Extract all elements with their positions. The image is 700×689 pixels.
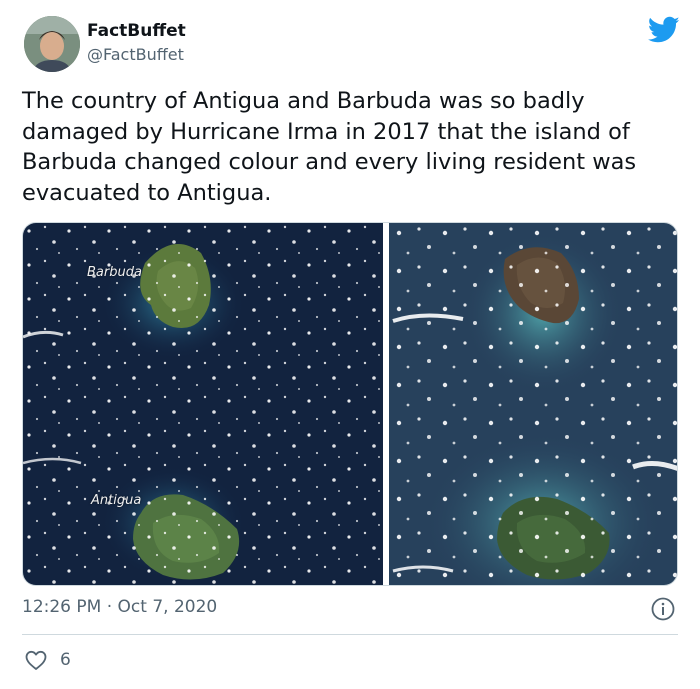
twitter-bird-icon[interactable] xyxy=(648,16,680,44)
map-label-antigua: Antigua xyxy=(91,493,142,508)
display-name[interactable]: FactBuffet xyxy=(87,21,186,41)
user-handle[interactable]: @FactBuffet xyxy=(87,45,184,64)
divider xyxy=(22,634,678,635)
info-icon[interactable] xyxy=(650,596,676,622)
like-count: 6 xyxy=(60,650,71,670)
heart-icon[interactable] xyxy=(24,648,48,672)
avatar-image xyxy=(24,16,80,72)
avatar[interactable] xyxy=(24,16,80,72)
tweet-text: The country of Antigua and Barbuda was s… xyxy=(22,88,637,206)
tweet-timestamp[interactable]: 12:26 PM · Oct 7, 2020 xyxy=(22,597,217,617)
map-label-barbuda: Barbuda xyxy=(87,265,142,280)
tweet-media[interactable]: Barbuda Antigua xyxy=(22,222,678,586)
